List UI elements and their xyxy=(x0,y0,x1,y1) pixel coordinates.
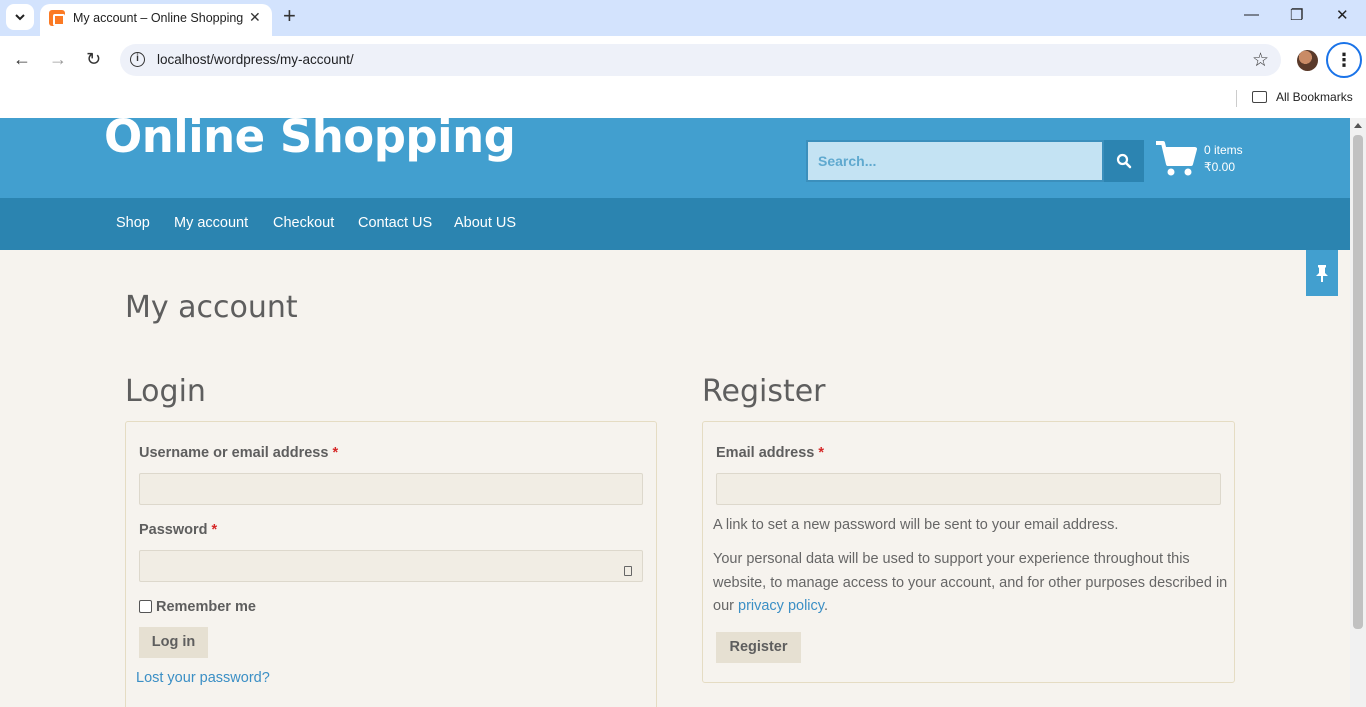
browser-tab-bar: My account – Online Shopping ✕ + — ❐ ✕ xyxy=(0,0,1366,36)
lost-password-link[interactable]: Lost your password? xyxy=(136,670,270,686)
required-marker: * xyxy=(332,445,339,461)
nav-item-about-us[interactable]: About US xyxy=(454,215,516,231)
email-label: Email address * xyxy=(716,445,824,461)
password-label-text: Password xyxy=(139,522,208,538)
username-label: Username or email address * xyxy=(139,445,338,461)
register-heading: Register xyxy=(702,374,826,409)
privacy-policy-link[interactable]: privacy policy xyxy=(738,598,824,614)
back-arrow-icon[interactable]: ← xyxy=(13,49,31,69)
password-field[interactable] xyxy=(139,550,643,582)
star-icon[interactable]: ☆ xyxy=(1252,49,1269,72)
password-reveal-icon[interactable] xyxy=(624,566,632,576)
required-marker: * xyxy=(818,445,825,461)
tab-search-button[interactable] xyxy=(6,4,34,30)
cart-item-count[interactable]: 0 items xyxy=(1204,143,1243,157)
reload-icon[interactable]: ↻ xyxy=(86,49,101,69)
nav-item-contact-us[interactable]: Contact US xyxy=(358,215,432,231)
browser-menu-icon[interactable]: ⋮ xyxy=(1326,42,1362,78)
new-tab-icon[interactable]: + xyxy=(283,4,296,28)
address-bar[interactable]: i localhost/wordpress/my-account/ ☆ xyxy=(120,44,1281,76)
page-scrollbar[interactable] xyxy=(1350,118,1366,707)
browser-tab[interactable]: My account – Online Shopping ✕ xyxy=(40,4,272,36)
password-label: Password * xyxy=(139,522,217,538)
pin-icon xyxy=(1316,265,1328,282)
username-label-text: Username or email address xyxy=(139,445,329,461)
search-icon xyxy=(1116,153,1132,169)
restore-icon[interactable]: ❐ xyxy=(1290,6,1303,24)
nav-item-shop[interactable]: Shop xyxy=(116,215,150,231)
username-field[interactable] xyxy=(139,473,643,505)
url-text[interactable]: localhost/wordpress/my-account/ xyxy=(157,52,354,67)
nav-item-checkout[interactable]: Checkout xyxy=(273,215,334,231)
bookmarks-divider xyxy=(1236,90,1237,107)
tab-title: My account – Online Shopping xyxy=(73,11,244,25)
search-input[interactable] xyxy=(808,142,1102,180)
folder-icon[interactable] xyxy=(1252,91,1267,103)
primary-navigation: Shop My account Checkout Contact US Abou… xyxy=(0,198,1350,250)
all-bookmarks-link[interactable]: All Bookmarks xyxy=(1276,90,1353,104)
profile-avatar[interactable] xyxy=(1297,50,1318,71)
info-icon[interactable]: i xyxy=(130,52,145,67)
minimize-icon[interactable]: — xyxy=(1244,6,1259,23)
site-title[interactable]: Online Shopping xyxy=(104,118,516,163)
cart-total[interactable]: ₹0.00 xyxy=(1204,160,1235,174)
browser-toolbar: ← → ↻ i localhost/wordpress/my-account/ … xyxy=(0,36,1366,84)
scroll-up-arrow-icon[interactable] xyxy=(1354,123,1362,128)
close-icon[interactable]: ✕ xyxy=(249,9,261,26)
remember-me-checkbox[interactable] xyxy=(139,600,152,613)
email-field[interactable] xyxy=(716,473,1221,505)
search-button[interactable] xyxy=(1104,140,1144,182)
remember-me-label[interactable]: Remember me xyxy=(156,599,256,615)
forward-arrow-icon[interactable]: → xyxy=(49,49,67,69)
search-box xyxy=(806,140,1104,182)
pin-button[interactable] xyxy=(1306,250,1338,296)
scrollbar-thumb[interactable] xyxy=(1353,135,1363,629)
nav-item-my-account[interactable]: My account xyxy=(174,215,248,231)
site-header: Online Shopping 0 items ₹0.00 xyxy=(0,118,1350,198)
page-title: My account xyxy=(125,290,298,325)
register-button[interactable]: Register xyxy=(716,632,801,663)
window-close-icon[interactable]: ✕ xyxy=(1336,6,1349,24)
chevron-down-icon xyxy=(15,14,25,21)
email-label-text: Email address xyxy=(716,445,815,461)
login-button[interactable]: Log in xyxy=(139,627,208,658)
privacy-text-end: . xyxy=(823,598,828,614)
login-heading: Login xyxy=(125,374,206,409)
privacy-notice: Your personal data will be used to suppo… xyxy=(713,548,1228,619)
bookmarks-bar: All Bookmarks xyxy=(0,84,1366,118)
password-link-note: A link to set a new password will be sen… xyxy=(713,517,1119,533)
shopping-cart-icon[interactable] xyxy=(1155,140,1197,178)
required-marker: * xyxy=(211,522,218,538)
xampp-favicon-icon xyxy=(49,10,65,26)
